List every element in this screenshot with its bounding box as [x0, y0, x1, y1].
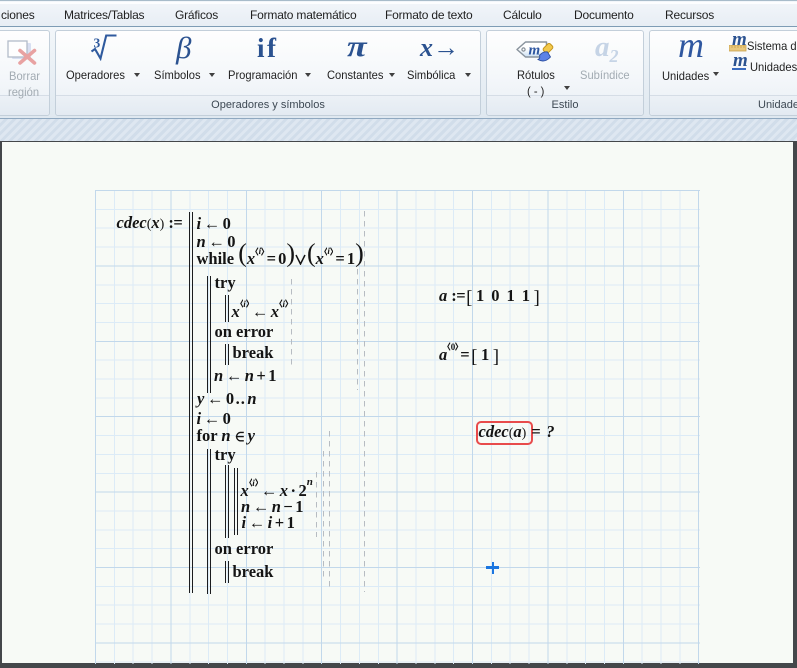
svg-text:3: 3	[94, 36, 101, 51]
svg-text:m: m	[529, 43, 541, 59]
